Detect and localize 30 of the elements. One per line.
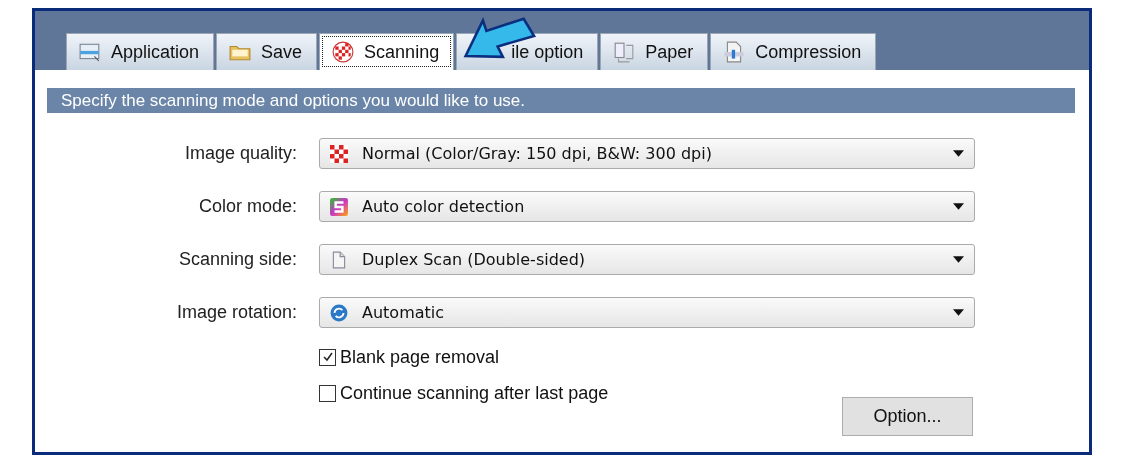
tab[interactable]: Paper [600,33,709,70]
caret-icon [953,256,964,263]
field-label: Scanning side: [177,249,297,270]
color-icon [330,197,348,216]
page-icon [330,250,348,269]
caret-icon [953,150,964,157]
field-label: Image quality: [183,143,297,164]
tab[interactable]: Save [216,33,318,70]
window-icon [79,41,101,63]
checkbox[interactable]: Blank page removal [319,346,842,368]
field-label: Image rotation: [175,302,297,323]
tab[interactable]: Application [66,33,215,70]
checker-icon [332,41,355,63]
caret-icon [953,309,964,316]
caret-icon [953,203,964,210]
dropdown[interactable]: Auto color detection [319,191,975,222]
dropdown[interactable]: Duplex Scan (Double-sided) [319,244,975,275]
checkbox[interactable]: Continue scanning after last page [319,382,842,404]
checker-icon [330,144,348,163]
description-text: Specify the scanning mode and options you would like to use. [61,91,525,110]
tab[interactable]: Scanning [319,33,455,70]
rotate-icon [330,303,348,322]
dropdown[interactable]: Normal (Color/Gray: 150 dpi, B&W: 300 dpi) [319,138,975,169]
paper-icon [613,41,636,63]
tab[interactable]: Compression [710,33,877,70]
check-icon [321,351,334,363]
field-label: Color mode: [197,196,297,217]
option-button[interactable]: Option... [842,397,973,436]
dropdown[interactable]: Automatic [319,297,975,328]
document-icon [723,41,746,63]
